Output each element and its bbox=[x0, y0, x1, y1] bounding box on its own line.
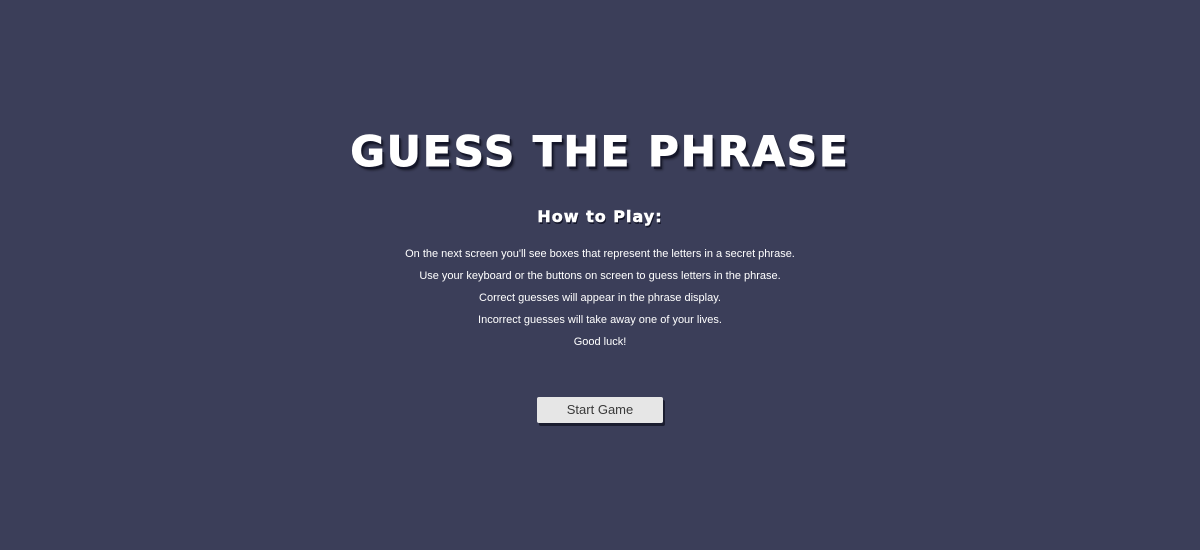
game-title: Guess the Phrase bbox=[350, 127, 850, 176]
start-screen: Guess the Phrase How to Play: On the nex… bbox=[0, 0, 1200, 550]
instructions-list: On the next screen you'll see boxes that… bbox=[0, 243, 1200, 353]
instruction-line: Incorrect guesses will take away one of … bbox=[478, 314, 722, 326]
how-to-play-heading: How to Play: bbox=[537, 207, 663, 227]
instruction-line: Use your keyboard or the buttons on scre… bbox=[419, 270, 781, 282]
instruction-line: On the next screen you'll see boxes that… bbox=[405, 248, 795, 260]
instruction-line: Correct guesses will appear in the phras… bbox=[479, 292, 721, 304]
start-game-button[interactable]: Start Game bbox=[537, 397, 663, 423]
instruction-line: Good luck! bbox=[573, 336, 627, 348]
